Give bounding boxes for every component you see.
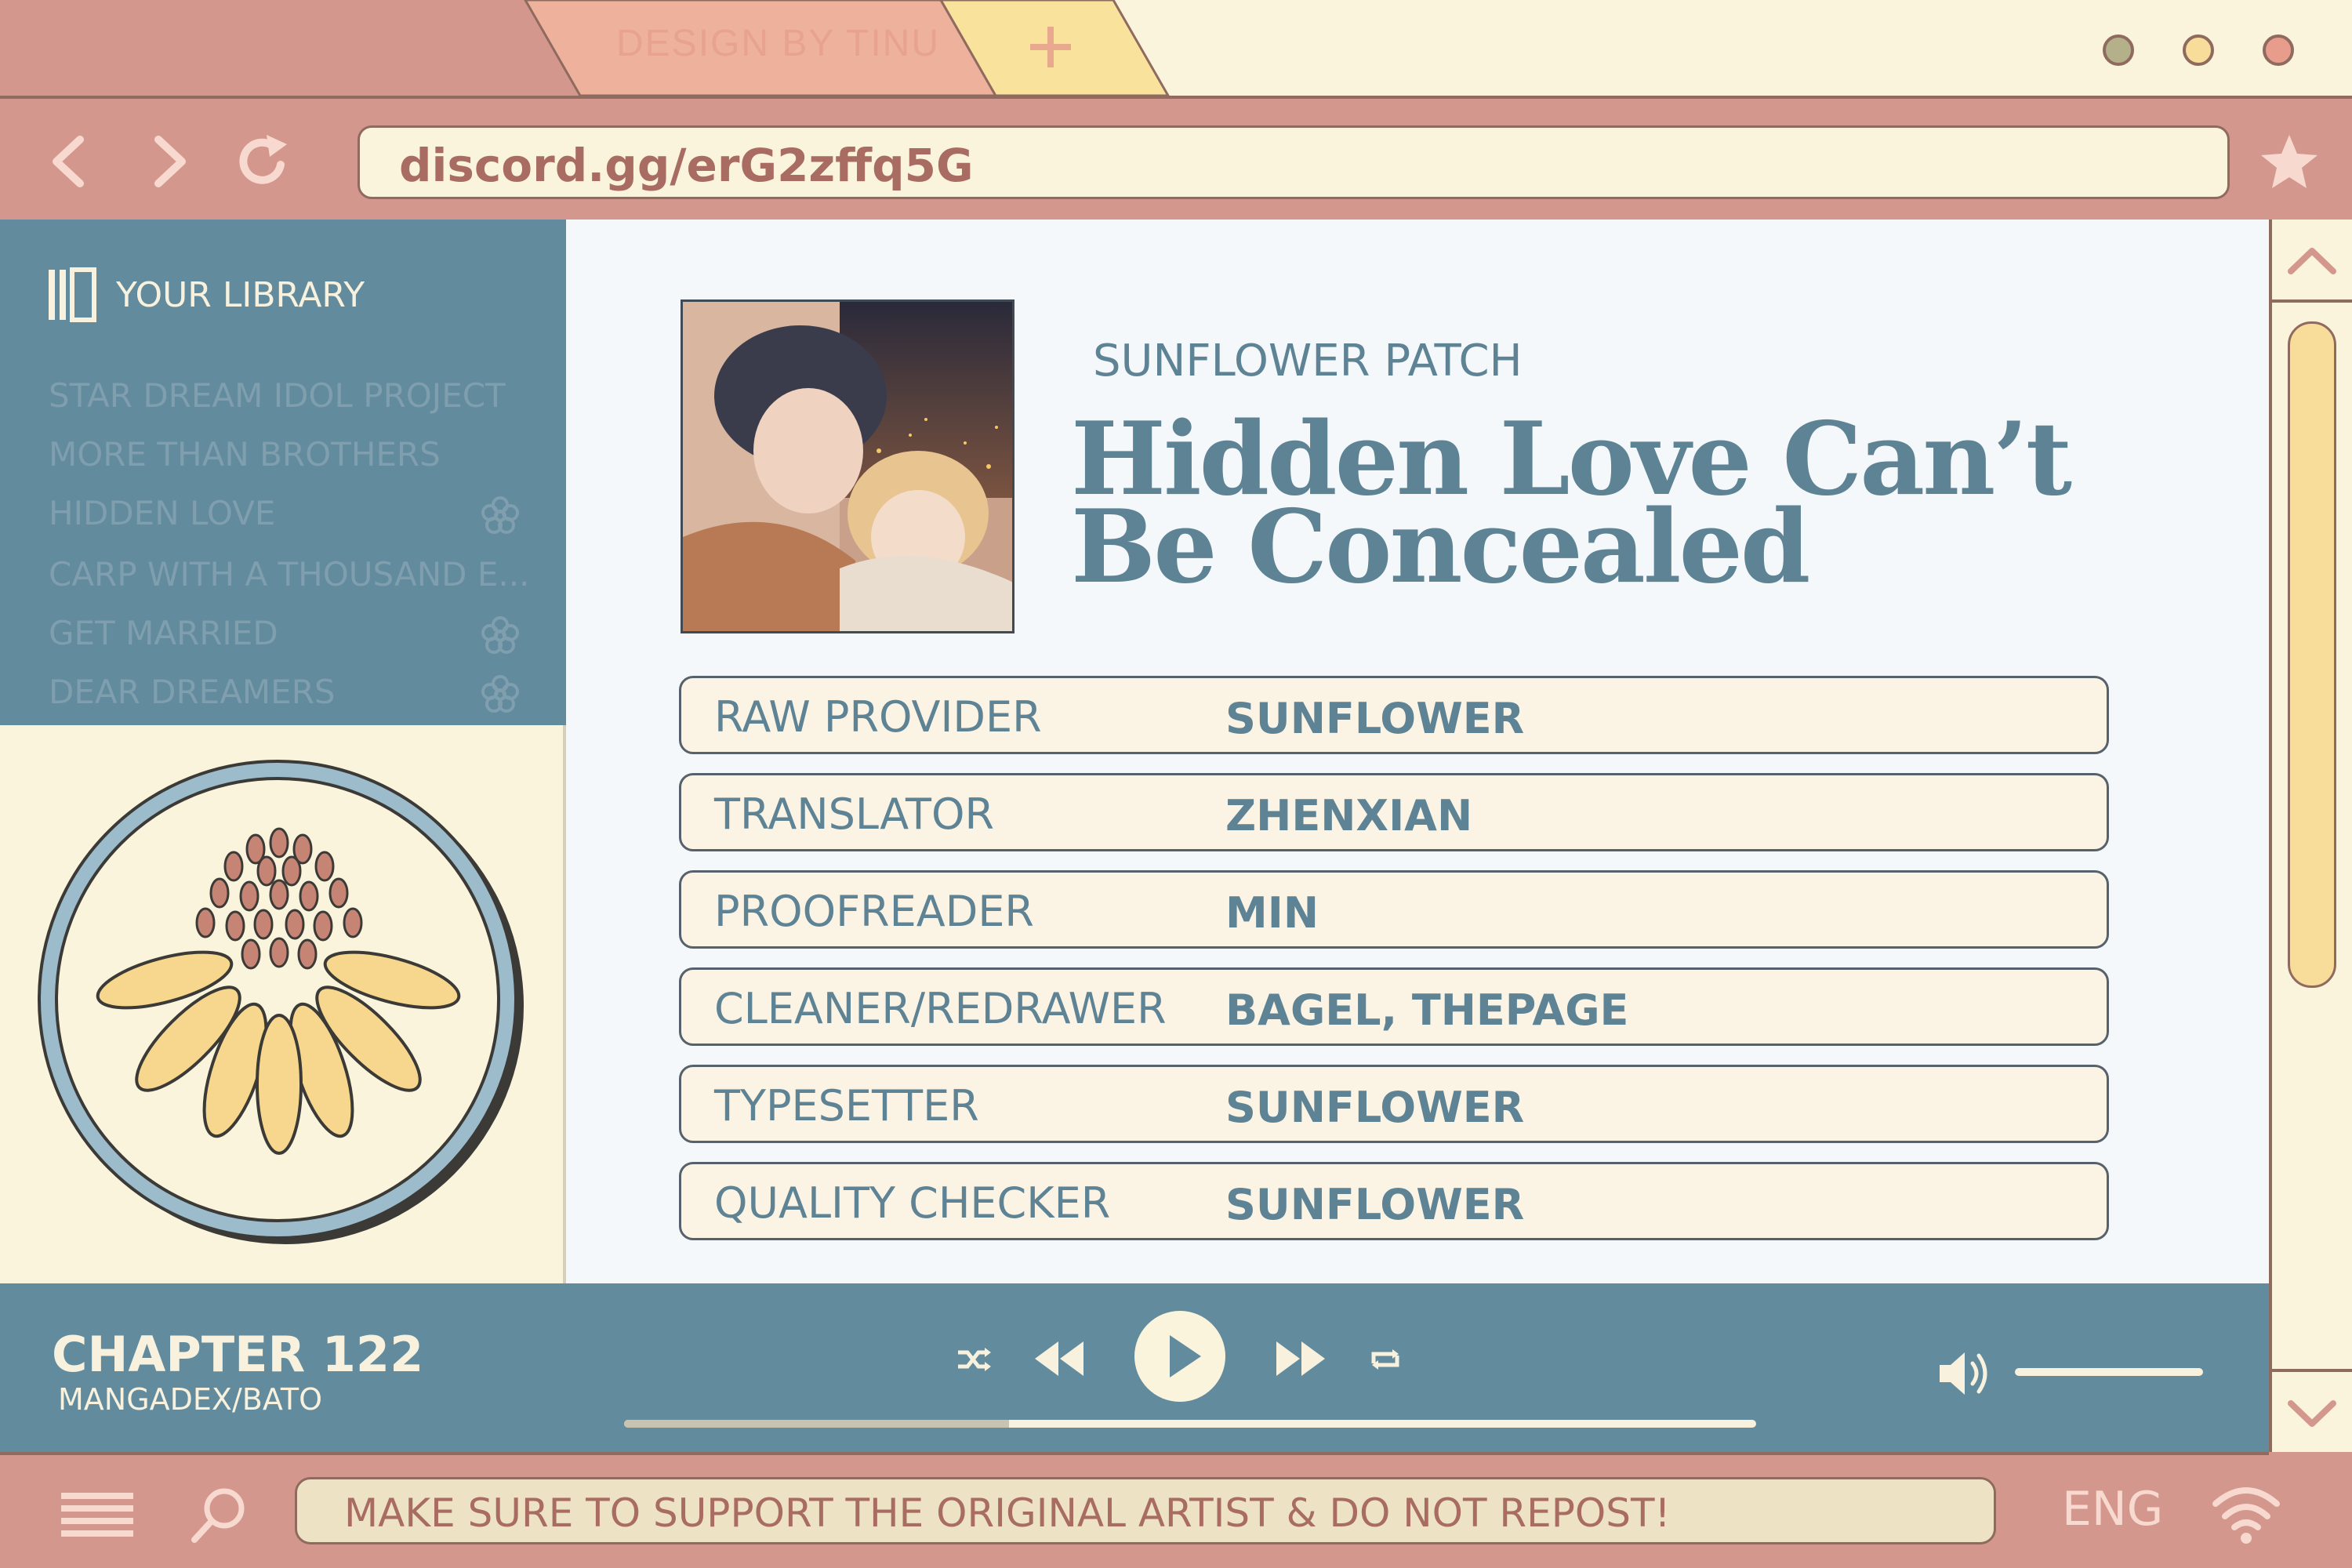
library-sidebar: YOUR LIBRARY STAR DREAM IDOL PROJECT MORE…	[0, 220, 566, 725]
address-text: discord.gg/erG2zffq5G	[399, 139, 974, 192]
play-button[interactable]	[1132, 1308, 1228, 1404]
credit-role: TYPESETTER	[714, 1081, 979, 1131]
rewind-icon[interactable]	[1032, 1335, 1087, 1382]
library-item[interactable]: HIDDEN LOVE	[49, 494, 275, 532]
minimize-button[interactable]	[2103, 34, 2134, 66]
volume-fill	[2015, 1368, 2203, 1376]
flower-icon	[480, 495, 521, 536]
scroll-thumb[interactable]	[2288, 321, 2336, 988]
tab-shapes	[0, 0, 1170, 96]
library-item[interactable]: CARP WITH A THOUSAND E...	[49, 555, 529, 593]
credit-role: QUALITY CHECKER	[714, 1178, 1111, 1228]
language-indicator[interactable]: ENG	[2062, 1482, 2163, 1537]
logo-panel	[0, 725, 566, 1283]
chapter-label: CHAPTER 122	[52, 1326, 424, 1383]
chevron-up-icon	[2288, 248, 2336, 274]
credit-row: TRANSLATOR ZHENXIAN	[679, 773, 2109, 851]
progress-bar[interactable]	[624, 1420, 1756, 1428]
credit-role: CLEANER/REDRAWER	[714, 984, 1167, 1033]
navigation-bar: discord.gg/erG2zffq5G	[0, 96, 2352, 220]
credit-row: TYPESETTER SUNFLOWER	[679, 1065, 2109, 1143]
credit-name: SUNFLOWER	[1225, 694, 1525, 743]
chevron-down-icon	[2288, 1400, 2336, 1427]
library-item[interactable]: DEAR DREAMERS	[49, 673, 336, 711]
scroll-up-button[interactable]	[2272, 220, 2352, 303]
flower-icon	[480, 674, 521, 715]
address-bar[interactable]: discord.gg/erG2zffq5G	[358, 125, 2230, 199]
volume-icon[interactable]	[1935, 1346, 1998, 1401]
scroll-down-button[interactable]	[2272, 1369, 2352, 1452]
repeat-icon[interactable]	[1366, 1340, 1405, 1379]
sunflower-logo	[38, 760, 524, 1244]
credit-name: MIN	[1225, 888, 1319, 938]
flower-icon	[480, 615, 521, 656]
play-icon	[1134, 1311, 1225, 1402]
reload-icon[interactable]	[232, 130, 295, 193]
media-player: CHAPTER 122 MANGADEX/BATO	[0, 1283, 2269, 1452]
shuffle-icon[interactable]	[953, 1340, 993, 1379]
library-header[interactable]: YOUR LIBRARY	[47, 267, 365, 323]
credit-name: BAGEL, THEPAGE	[1225, 985, 1629, 1035]
close-button[interactable]	[2263, 34, 2294, 66]
credit-name: ZHENXIAN	[1225, 791, 1473, 840]
tab-design-label[interactable]: DESIGN BY TINU	[616, 22, 940, 65]
new-tab-icon[interactable]	[1027, 24, 1074, 71]
credit-role: PROOFREADER	[714, 887, 1034, 936]
bookmark-star-icon[interactable]	[2258, 130, 2321, 193]
volume-slider[interactable]	[2015, 1368, 2203, 1376]
credit-row: QUALITY CHECKER SUNFLOWER	[679, 1162, 2109, 1240]
menu-icon[interactable]	[61, 1490, 133, 1540]
library-icon	[49, 267, 96, 322]
source-label: MANGADEX/BATO	[58, 1382, 322, 1417]
library-item[interactable]: MORE THAN BROTHERS	[49, 435, 441, 474]
library-title: YOUR LIBRARY	[116, 274, 365, 315]
forward-icon[interactable]	[136, 130, 199, 193]
library-item[interactable]: GET MARRIED	[49, 614, 278, 652]
notice-text: MAKE SURE TO SUPPORT THE ORIGINAL ARTIST…	[344, 1490, 1671, 1536]
notice-bar: MAKE SURE TO SUPPORT THE ORIGINAL ARTIST…	[295, 1477, 1996, 1544]
credit-row: PROOFREADER MIN	[679, 870, 2109, 949]
progress-fill	[624, 1420, 1009, 1428]
maximize-button[interactable]	[2183, 34, 2214, 66]
search-icon[interactable]	[188, 1483, 251, 1546]
scrollbar[interactable]	[2269, 220, 2352, 1452]
series-title: Hidden Love Can’t Be Concealed	[1071, 401, 2072, 606]
credit-row: RAW PROVIDER SUNFLOWER	[679, 676, 2109, 754]
tab-strip: DESIGN BY TINU	[0, 0, 2352, 96]
fast-forward-icon[interactable]	[1273, 1335, 1328, 1382]
library-item[interactable]: STAR DREAM IDOL PROJECT	[49, 376, 506, 415]
credit-name: SUNFLOWER	[1225, 1180, 1525, 1229]
taskbar: MAKE SURE TO SUPPORT THE ORIGINAL ARTIST…	[0, 1452, 2280, 1568]
credit-role: TRANSLATOR	[714, 789, 995, 839]
group-name: SUNFLOWER PATCH	[1093, 336, 1523, 387]
back-icon[interactable]	[39, 130, 102, 193]
credit-row: CLEANER/REDRAWER BAGEL, THEPAGE	[679, 967, 2109, 1046]
credit-role: RAW PROVIDER	[714, 692, 1042, 742]
credit-name: SUNFLOWER	[1225, 1083, 1525, 1132]
cover-image	[681, 299, 1014, 633]
wifi-icon[interactable]	[2211, 1480, 2281, 1548]
